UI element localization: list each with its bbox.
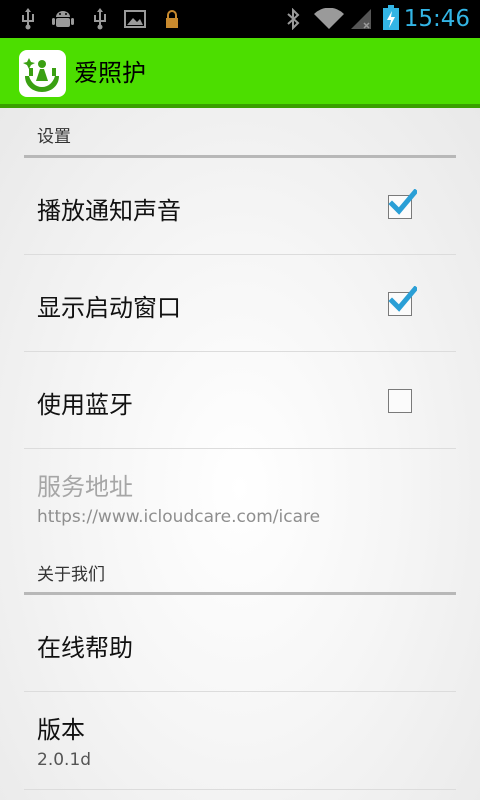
pref-online-help[interactable]: 在线帮助 xyxy=(24,595,456,692)
pref-show-splash-window[interactable]: 显示启动窗口 xyxy=(24,255,456,352)
category-label: 关于我们 xyxy=(37,565,105,585)
usb-icon xyxy=(89,8,111,30)
pref-play-notification-sound[interactable]: 播放通知声音 xyxy=(24,158,456,255)
android-debug-icon xyxy=(52,8,74,30)
app-logo-icon[interactable] xyxy=(19,50,66,97)
signal-icon xyxy=(350,8,372,30)
app-title: 爱照护 xyxy=(74,59,146,87)
pref-summary: 2.0.1d xyxy=(37,750,92,770)
action-bar: 爱照护 xyxy=(0,38,480,108)
bluetooth-icon xyxy=(282,8,304,30)
pref-server-address: 服务地址 https://www.icloudcare.com/icare xyxy=(24,449,456,550)
checkbox-show-splash-window[interactable] xyxy=(388,286,417,316)
pref-use-bluetooth[interactable]: 使用蓝牙 xyxy=(24,352,456,449)
pref-title: 使用蓝牙 xyxy=(37,391,133,419)
pref-title: 服务地址 xyxy=(37,473,133,501)
category-header-settings: 设置 xyxy=(24,108,456,158)
lock-icon xyxy=(161,8,183,30)
wifi-icon xyxy=(313,8,345,30)
status-bar: 15:46 xyxy=(0,0,480,38)
category-label: 设置 xyxy=(37,127,71,147)
settings-list: 设置 播放通知声音 显示启动窗口 使用蓝牙 服务地址 https://www.i… xyxy=(0,108,480,800)
checkbox-play-notification-sound[interactable] xyxy=(388,189,417,219)
usb-icon xyxy=(17,8,39,30)
image-icon xyxy=(124,8,146,30)
category-header-about: 关于我们 xyxy=(24,550,456,595)
pref-title: 显示启动窗口 xyxy=(37,294,181,322)
pref-version[interactable]: 版本 2.0.1d xyxy=(24,692,456,790)
pref-title: 在线帮助 xyxy=(37,634,133,662)
battery-charging-icon xyxy=(382,5,400,30)
clock: 15:46 xyxy=(403,6,470,32)
checkbox-use-bluetooth[interactable] xyxy=(388,389,412,413)
pref-title: 播放通知声音 xyxy=(37,197,181,225)
pref-summary: https://www.icloudcare.com/icare xyxy=(37,507,321,527)
pref-title: 版本 xyxy=(37,716,85,744)
